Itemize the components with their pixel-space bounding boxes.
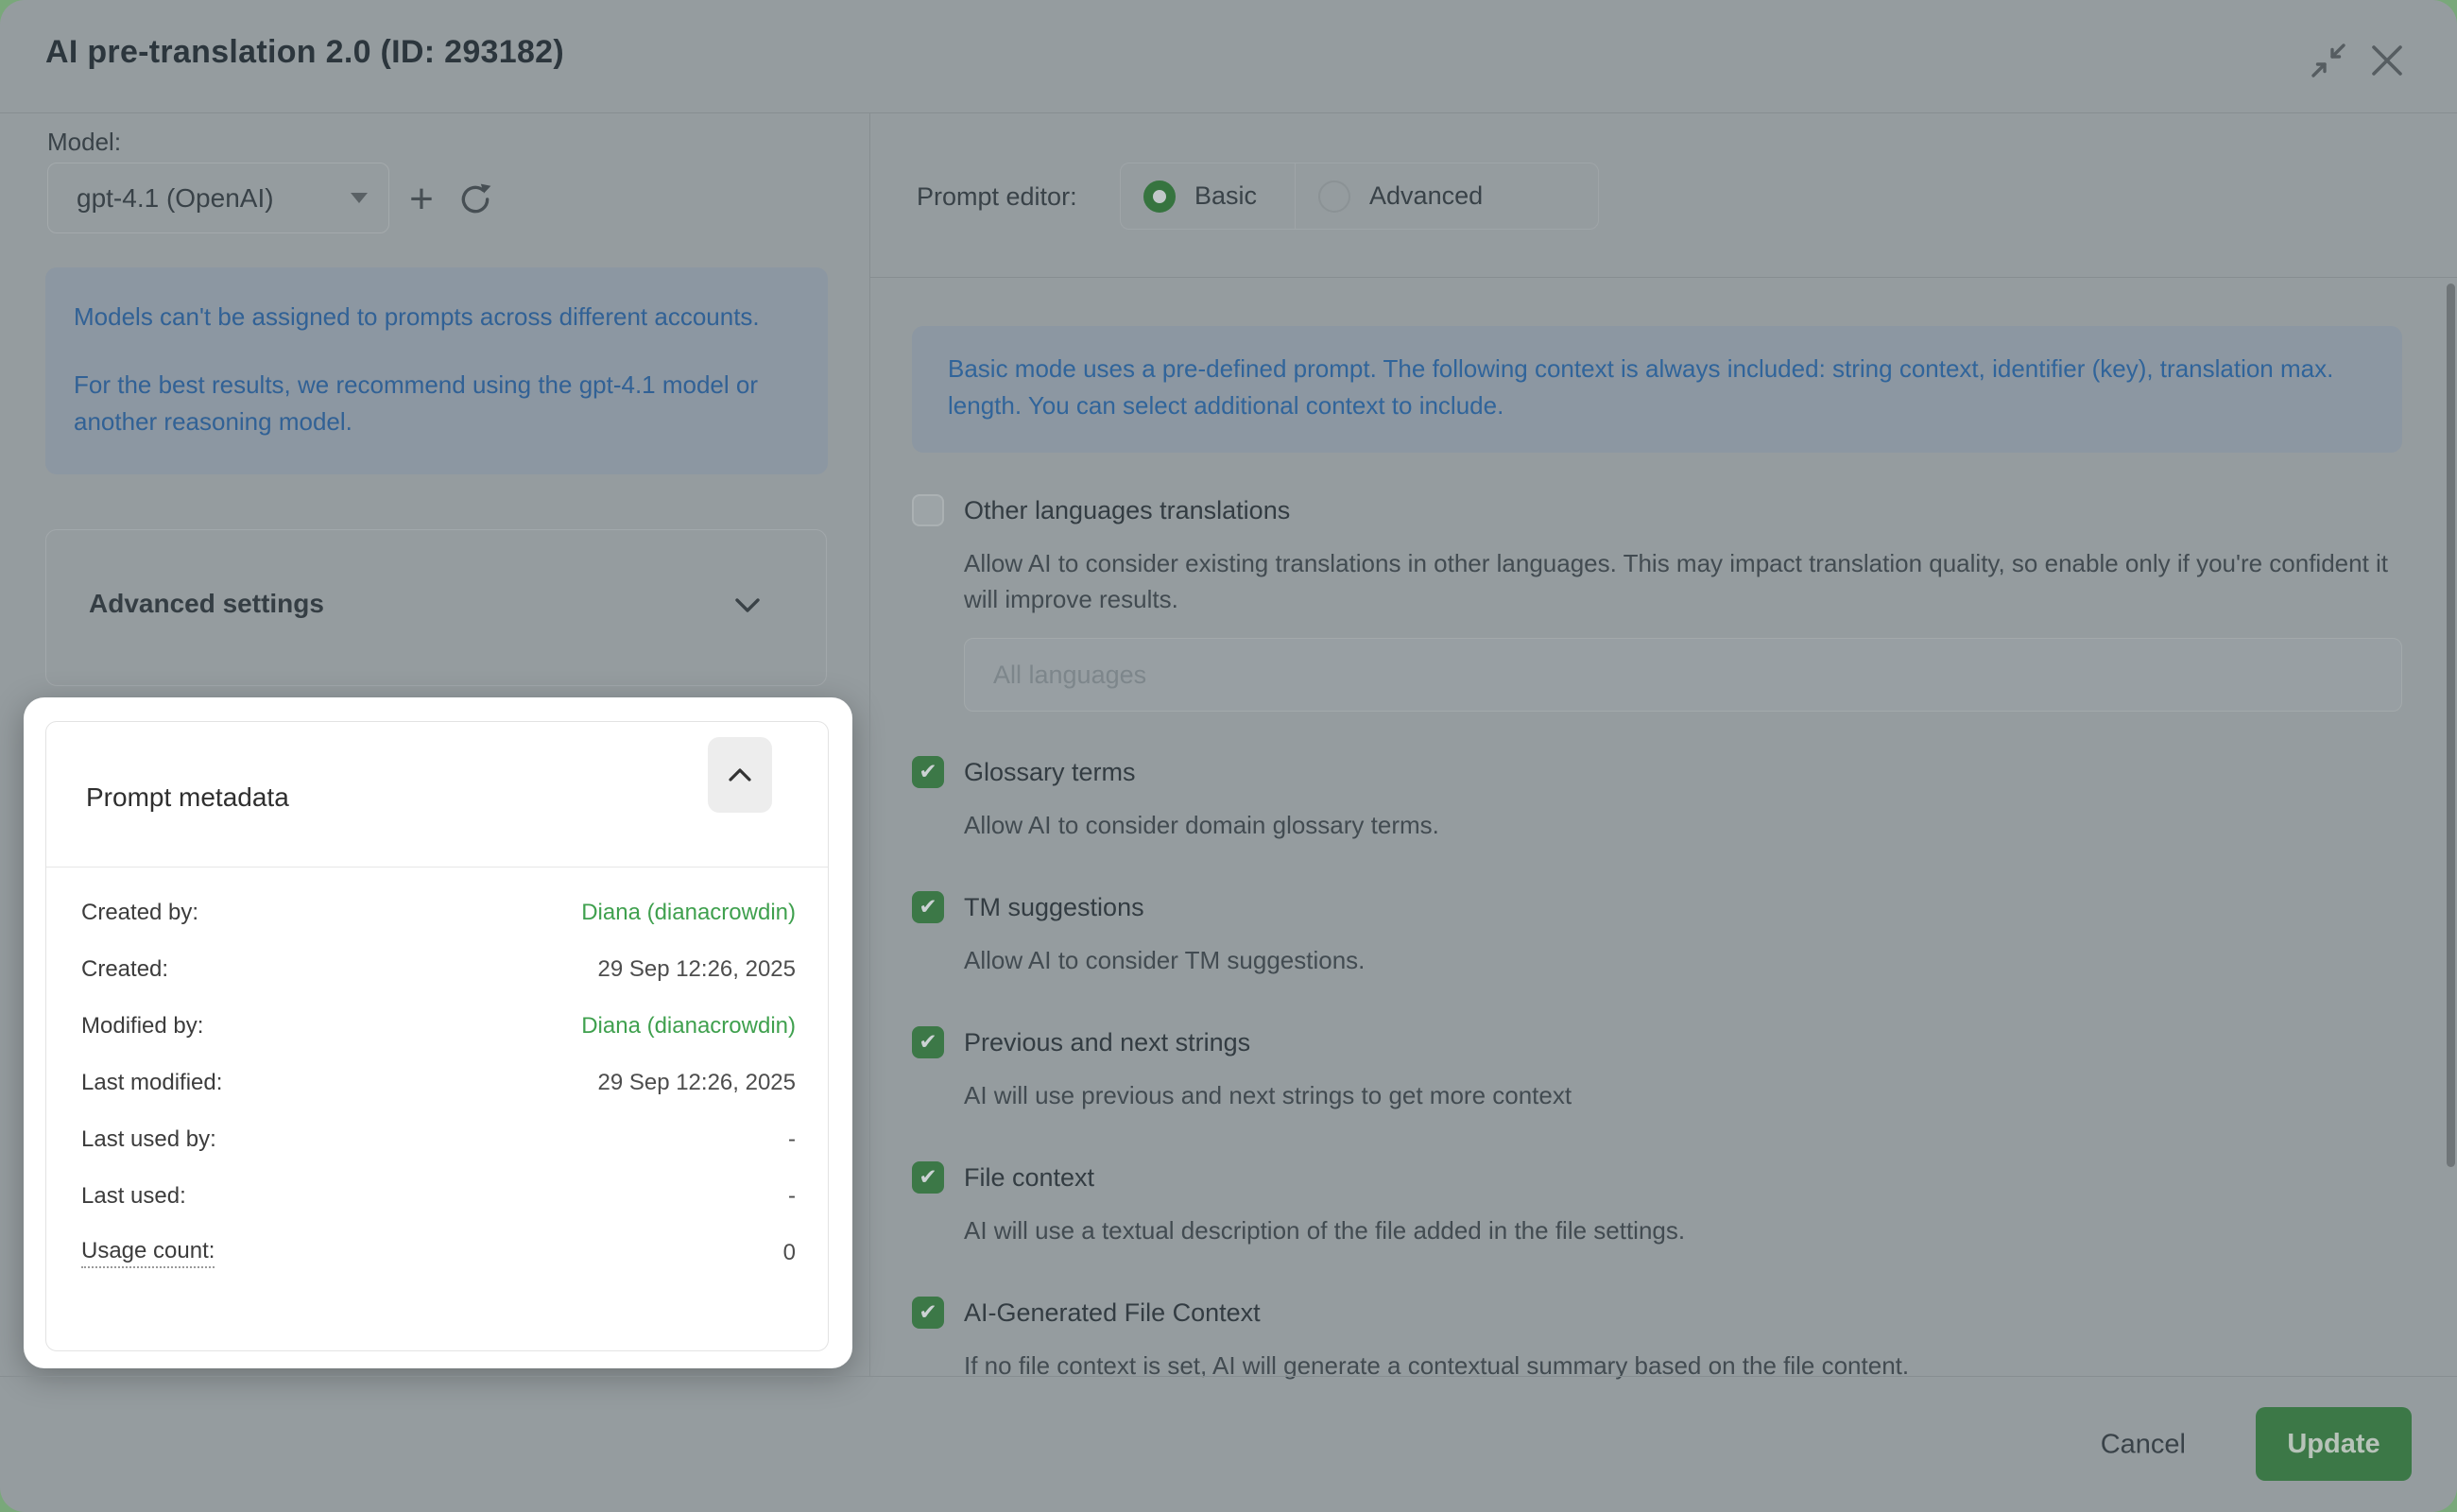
prompt-metadata-panel: Prompt metadata Created by: Diana (diana…	[45, 721, 829, 1351]
option-glossary-terms: Glossary terms Allow AI to consider doma…	[912, 756, 2402, 843]
option-ai-generated-file-context: AI-Generated File Context If no file con…	[912, 1297, 2402, 1383]
option-description: Allow AI to consider TM suggestions.	[964, 942, 2402, 978]
chevron-down-icon	[351, 193, 368, 203]
cancel-button[interactable]: Cancel	[2101, 1429, 2186, 1460]
close-dialog-button[interactable]	[2366, 40, 2408, 81]
dialog-footer: Cancel Update	[0, 1376, 2457, 1512]
metadata-label: Created:	[81, 956, 168, 983]
metadata-row: Modified by: Diana (dianacrowdin)	[81, 998, 796, 1055]
editor-mode-basic-label: Basic	[1194, 181, 1257, 211]
prompt-metadata-title: Prompt metadata	[86, 782, 289, 813]
modified-by-user-link[interactable]: Diana (dianacrowdin)	[581, 1013, 796, 1040]
metadata-value: -	[788, 1126, 796, 1153]
model-info-line-1: Models can't be assigned to prompts acro…	[74, 299, 781, 335]
model-info-box: Models can't be assigned to prompts acro…	[45, 267, 828, 474]
languages-input[interactable]	[964, 638, 2402, 712]
plus-icon: +	[409, 180, 434, 218]
advanced-settings-title: Advanced settings	[89, 589, 324, 619]
metadata-label: Last used by:	[81, 1126, 216, 1153]
checkbox-ai-generated-file-context[interactable]	[912, 1297, 944, 1329]
editor-mode-advanced[interactable]: Advanced	[1295, 163, 1521, 229]
refresh-models-button[interactable]	[455, 179, 496, 220]
model-info-line-2: For the best results, we recommend using…	[74, 367, 781, 440]
option-file-context: File context AI will use a textual descr…	[912, 1161, 2402, 1248]
option-label[interactable]: File context	[964, 1163, 1094, 1193]
model-label: Model:	[47, 128, 121, 157]
option-label[interactable]: Glossary terms	[964, 758, 1136, 787]
metadata-row: Last modified: 29 Sep 12:26, 2025	[81, 1055, 796, 1111]
checkbox-other-languages[interactable]	[912, 494, 944, 526]
metadata-label: Last used:	[81, 1183, 186, 1210]
option-description: Allow AI to consider domain glossary ter…	[964, 807, 2402, 843]
prompt-editor-label: Prompt editor:	[917, 182, 1077, 212]
metadata-divider	[46, 867, 828, 868]
prompt-editor-column: Prompt editor: Basic Advanced Basic mode…	[870, 112, 2457, 1377]
prompt-editor-mode-switch: Basic Advanced	[1120, 163, 1599, 230]
metadata-row: Last used: -	[81, 1168, 796, 1225]
editor-section-divider	[870, 277, 2457, 278]
editor-mode-basic[interactable]: Basic	[1121, 163, 1295, 229]
metadata-value: 29 Sep 12:26, 2025	[597, 956, 796, 983]
editor-mode-advanced-label: Advanced	[1369, 181, 1483, 211]
metadata-label: Last modified:	[81, 1070, 222, 1096]
scrollbar-thumb[interactable]	[2447, 284, 2455, 1167]
basic-mode-info-text: Basic mode uses a pre-defined prompt. Th…	[948, 351, 2366, 424]
dialog-title: AI pre-translation 2.0 (ID: 293182)	[45, 34, 564, 71]
metadata-label: Created by:	[81, 900, 198, 926]
option-previous-next-strings: Previous and next strings AI will use pr…	[912, 1026, 2402, 1113]
collapse-metadata-button[interactable]	[708, 737, 772, 813]
metadata-value: 29 Sep 12:26, 2025	[597, 1070, 796, 1096]
option-description: Allow AI to consider existing translatio…	[964, 545, 2402, 617]
checkbox-file-context[interactable]	[912, 1161, 944, 1194]
collapse-dialog-button[interactable]	[2308, 40, 2349, 81]
option-other-languages: Other languages translations Allow AI to…	[912, 494, 2402, 712]
metadata-label: Modified by:	[81, 1013, 203, 1040]
metadata-row: Created: 29 Sep 12:26, 2025	[81, 941, 796, 998]
option-tm-suggestions: TM suggestions Allow AI to consider TM s…	[912, 891, 2402, 978]
metadata-row: Usage count: 0	[81, 1225, 796, 1281]
metadata-row: Created by: Diana (dianacrowdin)	[81, 885, 796, 941]
dialog-header: AI pre-translation 2.0 (ID: 293182)	[0, 0, 2457, 113]
tour-spotlight: Prompt metadata Created by: Diana (diana…	[24, 697, 852, 1368]
checkbox-tm-suggestions[interactable]	[912, 891, 944, 923]
refresh-icon	[457, 181, 493, 217]
radio-basic[interactable]	[1143, 180, 1176, 213]
advanced-settings-toggle[interactable]: Advanced settings	[45, 529, 827, 686]
usage-count-label: Usage count:	[81, 1238, 215, 1268]
add-model-button[interactable]: +	[401, 179, 442, 220]
model-select[interactable]: gpt-4.1 (OpenAI)	[47, 163, 389, 233]
metadata-value: -	[788, 1183, 796, 1210]
basic-mode-info-box: Basic mode uses a pre-defined prompt. Th…	[912, 326, 2402, 453]
model-select-value: gpt-4.1 (OpenAI)	[77, 183, 351, 214]
checkbox-glossary-terms[interactable]	[912, 756, 944, 788]
option-description: AI will use previous and next strings to…	[964, 1077, 2402, 1113]
collapse-icon	[2310, 42, 2347, 79]
option-label[interactable]: Other languages translations	[964, 496, 1290, 525]
usage-count-value: 0	[783, 1240, 796, 1266]
checkbox-previous-next-strings[interactable]	[912, 1026, 944, 1058]
created-by-user-link[interactable]: Diana (dianacrowdin)	[581, 900, 796, 926]
update-button[interactable]: Update	[2256, 1407, 2412, 1481]
chevron-up-icon	[728, 766, 752, 783]
metadata-row: Last used by: -	[81, 1111, 796, 1168]
metadata-rows: Created by: Diana (dianacrowdin) Created…	[81, 885, 796, 1281]
option-label[interactable]: TM suggestions	[964, 893, 1144, 922]
option-label[interactable]: AI-Generated File Context	[964, 1298, 1261, 1328]
option-label[interactable]: Previous and next strings	[964, 1028, 1250, 1057]
close-icon	[2370, 43, 2404, 77]
chevron-down-icon	[733, 596, 762, 615]
ai-pretranslation-dialog: AI pre-translation 2.0 (ID: 293182)	[0, 0, 2457, 1512]
radio-advanced[interactable]	[1318, 180, 1350, 213]
option-description: AI will use a textual description of the…	[964, 1212, 2402, 1248]
